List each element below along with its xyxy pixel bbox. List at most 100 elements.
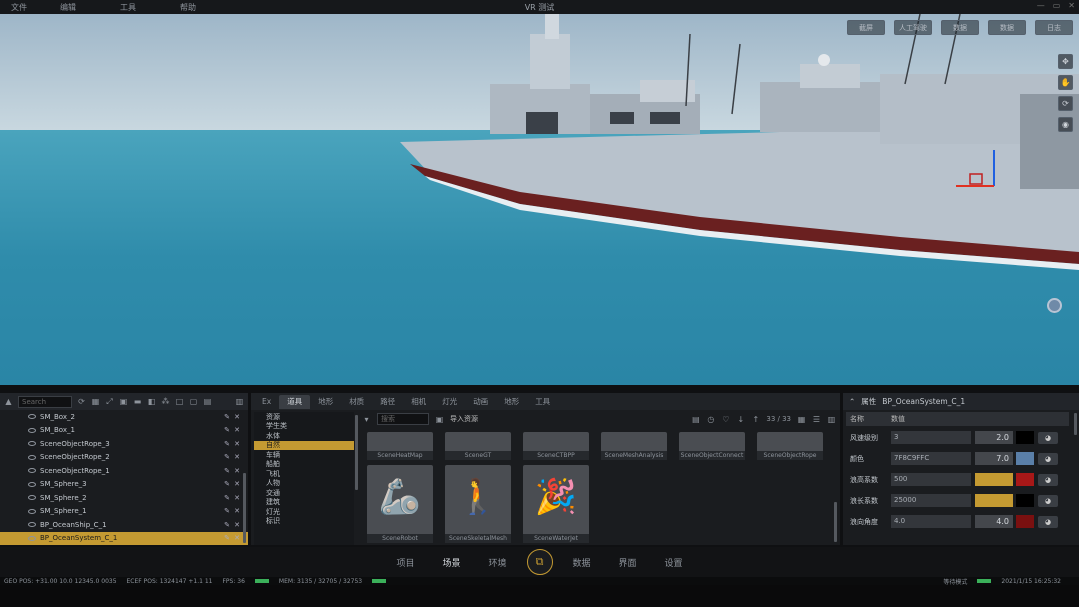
category-item[interactable]: 灯光 (254, 507, 354, 517)
edit-icon[interactable]: ✎ (224, 453, 230, 461)
camera-icon[interactable]: ◉ (1058, 117, 1073, 132)
frame-icon[interactable]: ▢ (189, 397, 198, 406)
property-value-field[interactable]: 25000 (891, 494, 971, 507)
visibility-icon[interactable] (28, 495, 36, 501)
edit-icon[interactable]: ✎ (224, 426, 230, 434)
close-icon[interactable]: ✕ (234, 453, 240, 461)
refresh-icon[interactable]: ⟳ (77, 397, 86, 406)
color-swatch[interactable] (1016, 494, 1034, 507)
asset-scrollbar[interactable] (834, 502, 837, 542)
color-swatch[interactable] (1016, 452, 1034, 465)
close-icon[interactable]: ✕ (1068, 1, 1075, 10)
scene-viewport[interactable]: 截屏 人工驾驶 数据 数据 日志 ✥ ✋ ⟳ ◉ (0, 14, 1079, 385)
data-button-2[interactable]: 数据 (988, 20, 1026, 35)
outliner-row[interactable]: SM_Sphere_1 ✎ ✕ (0, 505, 248, 519)
up-icon[interactable]: ↑ (751, 415, 760, 424)
close-icon[interactable]: ✕ (234, 507, 240, 515)
close-icon[interactable]: ✕ (234, 494, 240, 502)
down-icon[interactable]: ↓ (736, 415, 745, 424)
content-tab[interactable]: 灯光 (434, 395, 465, 409)
palette-icon[interactable]: ◕ (1038, 515, 1058, 528)
category-item[interactable]: 车辆 (254, 450, 354, 460)
outliner-scrollbar[interactable] (243, 473, 246, 543)
property-number-field[interactable]: 4.0 (975, 515, 1013, 528)
edit-icon[interactable]: ✎ (224, 507, 230, 515)
log-button[interactable]: 日志 (1035, 20, 1073, 35)
close-icon[interactable]: ✕ (234, 467, 240, 475)
category-item[interactable]: 飞机 (254, 469, 354, 479)
data-button[interactable]: 数据 (941, 20, 979, 35)
content-tab[interactable]: 工具 (527, 395, 558, 409)
maximize-icon[interactable]: ▭ (1053, 1, 1061, 10)
edit-icon[interactable]: ✎ (224, 440, 230, 448)
asset-thumbnail[interactable]: SceneHeatMap (367, 432, 433, 460)
property-number-field[interactable]: 7.0 (975, 452, 1013, 465)
nav-item[interactable]: 设置 (665, 556, 683, 569)
close-icon[interactable]: ✕ (234, 534, 240, 542)
palette-icon[interactable]: ◕ (1038, 431, 1058, 444)
edit-icon[interactable]: ✎ (224, 480, 230, 488)
category-item[interactable]: 交通 (254, 488, 354, 498)
compass-icon[interactable] (1047, 298, 1062, 313)
chevron-up-icon[interactable]: ⌃ (849, 397, 855, 406)
color-swatch[interactable] (1016, 515, 1034, 528)
screenshot-button[interactable]: 截屏 (847, 20, 885, 35)
nav-item[interactable]: 数据 (573, 556, 591, 569)
palette-icon[interactable]: ◕ (1038, 494, 1058, 507)
asset-thumbnail[interactable]: SceneMeshAnalysis (601, 432, 667, 460)
grid-icon[interactable]: ▦ (91, 397, 100, 406)
asset-thumbnail[interactable]: 🚶 SceneSkeletalMesh (445, 465, 511, 543)
outliner-row[interactable]: SM_Sphere_2 ✎ ✕ (0, 491, 248, 505)
visibility-icon[interactable] (28, 535, 36, 541)
content-tab[interactable]: 动画 (465, 395, 496, 409)
edit-icon[interactable]: ✎ (224, 467, 230, 475)
detail-view-icon[interactable]: ▥ (827, 415, 836, 424)
nav-item[interactable]: 界面 (619, 556, 637, 569)
pan-hand-icon[interactable]: ✋ (1058, 75, 1073, 90)
palette-icon[interactable]: ◕ (1038, 452, 1058, 465)
filter-icon[interactable]: ▾ (362, 415, 371, 424)
outliner-row[interactable]: SM_Box_2 ✎ ✕ (0, 410, 248, 424)
asset-thumbnail[interactable]: SceneObjectConnect (679, 432, 745, 460)
edit-icon[interactable]: ✎ (224, 534, 230, 542)
property-number-field[interactable] (975, 473, 1013, 486)
property-value-field[interactable]: 3 (891, 431, 971, 444)
property-value-field[interactable]: 7F8C9FFC (891, 452, 971, 465)
visibility-icon[interactable] (28, 481, 36, 487)
nav-item[interactable]: 场景 (442, 556, 460, 569)
color-swatch[interactable] (1016, 473, 1034, 486)
close-icon[interactable]: ✕ (234, 413, 240, 421)
manual-drive-button[interactable]: 人工驾驶 (894, 20, 932, 35)
asset-thumbnail[interactable]: 🎉 SceneWaterJet (523, 465, 589, 543)
close-icon[interactable]: ✕ (234, 440, 240, 448)
category-item[interactable]: 自然 (254, 440, 354, 450)
visibility-icon[interactable] (28, 414, 36, 420)
import-icon[interactable]: ▣ (435, 415, 444, 424)
content-tab[interactable]: 地形 (496, 395, 527, 409)
link-icon[interactable]: ⁂ (161, 397, 170, 406)
save-icon[interactable]: ▤ (691, 415, 700, 424)
edit-icon[interactable]: ✎ (224, 494, 230, 502)
minimize-icon[interactable]: — (1037, 1, 1045, 10)
nav-item[interactable]: 项目 (396, 556, 414, 569)
content-tab[interactable]: 相机 (403, 395, 434, 409)
history-icon[interactable]: ◷ (706, 415, 715, 424)
outliner-search-input[interactable]: Search (18, 395, 72, 408)
filter-icon[interactable]: ◧ (147, 397, 156, 406)
panel-icon[interactable]: ▥ (235, 397, 244, 406)
outliner-row[interactable]: BP_OceanSystem_C_1 ✎ ✕ (0, 531, 248, 545)
visibility-icon[interactable] (28, 468, 36, 474)
content-tab[interactable]: 材质 (341, 395, 372, 409)
outliner-row[interactable]: SceneObjectRope_1 ✎ ✕ (0, 464, 248, 478)
palette-icon[interactable]: ◕ (1038, 473, 1058, 486)
edit-icon[interactable]: ✎ (224, 521, 230, 529)
square-icon[interactable]: □ (175, 397, 184, 406)
outliner-row[interactable]: SM_Box_1 ✎ ✕ (0, 424, 248, 438)
visibility-icon[interactable] (28, 427, 36, 433)
color-swatch[interactable] (1016, 431, 1034, 444)
category-item[interactable]: 建筑 (254, 498, 354, 508)
content-tab[interactable]: 路径 (372, 395, 403, 409)
close-icon[interactable]: ✕ (234, 426, 240, 434)
visibility-icon[interactable] (28, 522, 36, 528)
expand-icon[interactable]: ⤢ (105, 397, 114, 406)
